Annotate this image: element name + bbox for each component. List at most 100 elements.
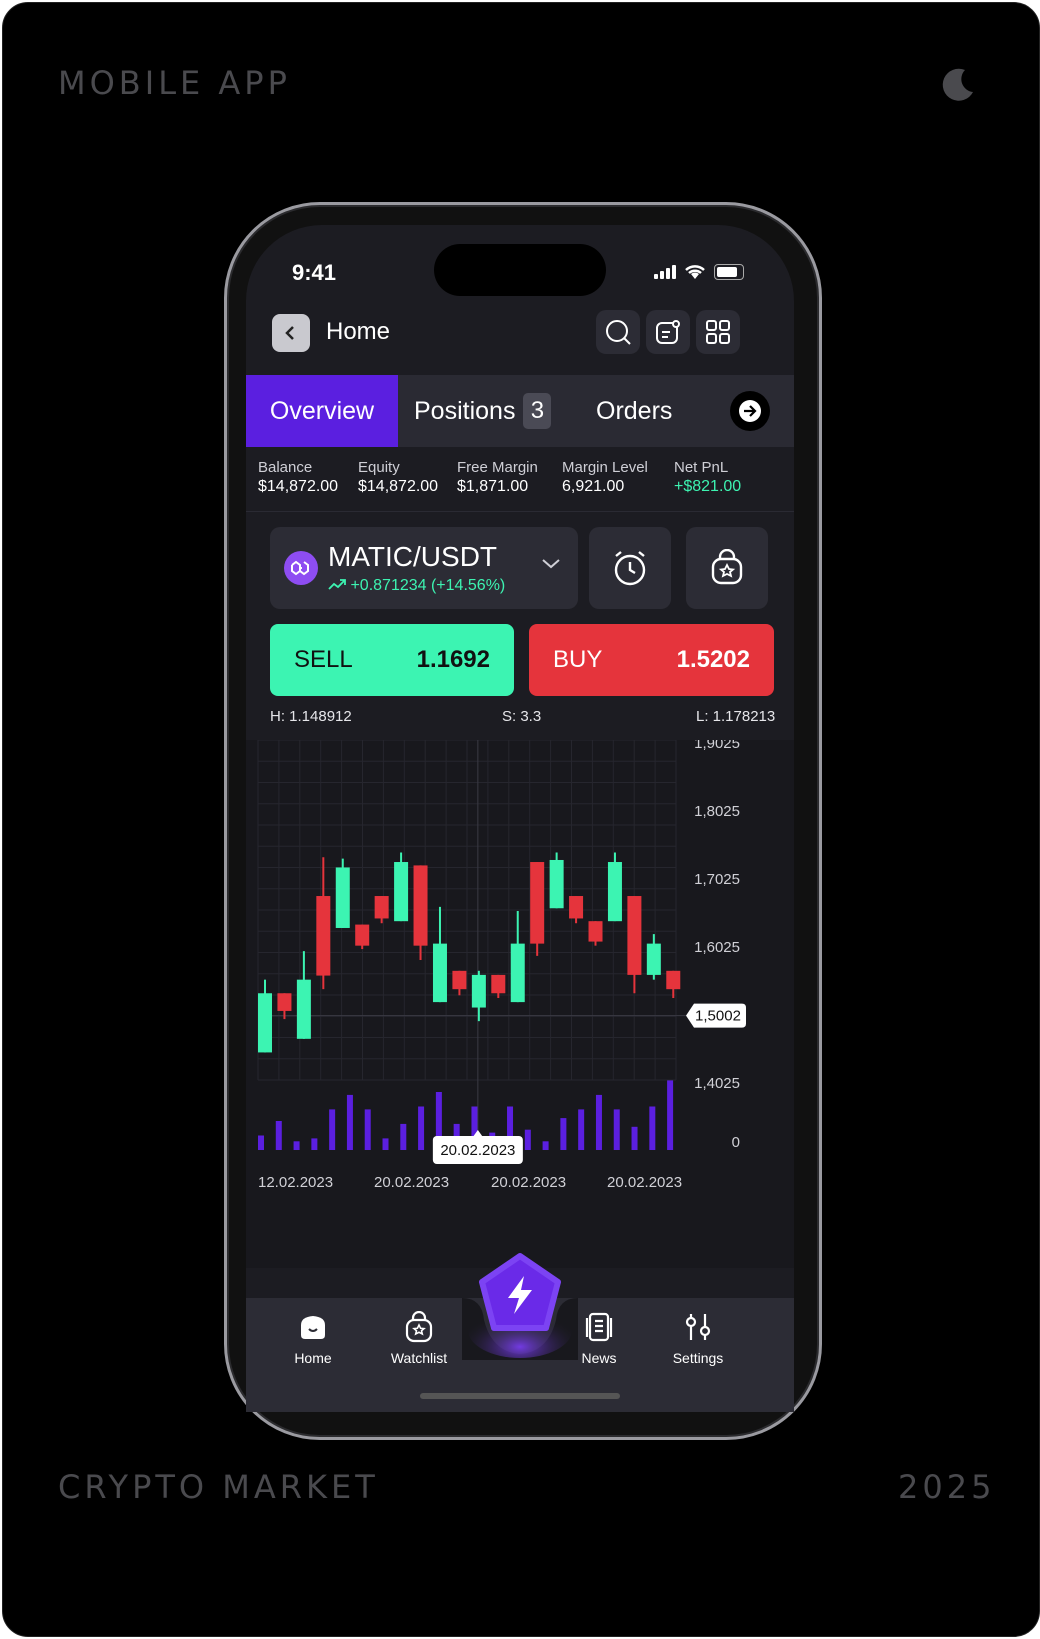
pair-name: MATIC/USDT [328, 541, 498, 572]
volume-bar [578, 1109, 585, 1150]
tab-overview[interactable]: Overview [246, 375, 398, 447]
candle-body [646, 943, 661, 975]
candle-body [530, 862, 545, 944]
volume-bar [524, 1129, 531, 1150]
wifi-icon [685, 265, 705, 279]
candle-body [510, 943, 525, 1003]
buy-button[interactable]: BUY 1.5202 [529, 624, 774, 696]
y-tick-label: 1,8025 [694, 803, 740, 820]
tab-orders[interactable]: Orders [596, 375, 672, 447]
candle-body [666, 970, 681, 990]
mobile-app-label: MOBILE APP [58, 64, 291, 102]
volume-bar [542, 1141, 549, 1150]
candlestick-chart[interactable]: 1,9025 1,8025 1,7025 1,6025 1,4025 0 1,5002 20.… [246, 740, 794, 1268]
x-tick-label: 20.02.2023 [491, 1174, 566, 1191]
tab-orders-label: Orders [596, 396, 673, 425]
notes-icon [656, 320, 680, 344]
candle-body [413, 865, 428, 946]
volume-bar [418, 1106, 425, 1150]
battery-icon [714, 264, 744, 280]
stat-margin-level: Margin Level 6,921.00 [562, 459, 648, 496]
candle-body [335, 867, 350, 928]
tabs-next-button[interactable] [730, 391, 770, 431]
candle-body [607, 862, 622, 922]
candle-body [471, 974, 486, 1008]
tab-overview-label: Overview [269, 396, 375, 425]
candle-body [258, 993, 272, 1053]
candle-body [296, 979, 311, 1039]
nav-watchlist[interactable]: Watchlist [374, 1310, 464, 1366]
candle-body [355, 924, 370, 946]
nav-watchlist-label: Watchlist [390, 1350, 448, 1366]
nav-home-label: Home [294, 1350, 332, 1366]
stat-label: Balance [258, 459, 313, 476]
candle-body [627, 896, 642, 975]
status-time: 9:41 [292, 260, 337, 285]
x-tick-label: 20.02.2023 [607, 1174, 682, 1191]
watchlist-icon [405, 1311, 433, 1343]
alarm-button[interactable] [589, 527, 671, 609]
candle-body [549, 859, 564, 909]
volume-bar [346, 1094, 353, 1150]
page-title: Home [326, 318, 391, 345]
notes-button[interactable] [646, 310, 690, 354]
candle-body [491, 974, 506, 994]
volume-bar [275, 1121, 282, 1150]
stat-value: $14,872.00 [258, 478, 339, 495]
candle-body [588, 921, 603, 942]
back-button[interactable] [272, 314, 310, 352]
volume-bar [293, 1141, 300, 1150]
tab-positions[interactable]: Positions 3 [414, 375, 552, 447]
nav-news-label: News [581, 1350, 617, 1366]
search-icon [606, 320, 631, 345]
bag-star-icon [711, 549, 743, 585]
volume-bar [311, 1138, 318, 1150]
nav-home[interactable]: Home [268, 1310, 358, 1366]
stat-net-pnl: Net PnL +$821.00 [674, 459, 741, 496]
candle-body [452, 970, 467, 990]
y-tick-label: 0 [732, 1134, 740, 1151]
news-icon [585, 1312, 613, 1342]
grid-menu-button[interactable] [696, 310, 740, 354]
candle-body [394, 862, 409, 922]
nav-news[interactable]: News [554, 1310, 644, 1366]
candle-body [316, 896, 331, 976]
y-tick-label: 1,6025 [694, 939, 740, 956]
moon-icon[interactable] [935, 62, 979, 106]
stat-value: +$821.00 [674, 478, 742, 495]
arrow-right-icon [739, 400, 761, 422]
home-indicator [420, 1393, 620, 1399]
positions-count-badge: 3 [523, 393, 552, 429]
stat-label: Equity [358, 459, 400, 476]
stat-label: Free Margin [457, 459, 538, 476]
volume-bar [329, 1109, 336, 1150]
nav-settings-label: Settings [672, 1350, 724, 1366]
current-price-label: 1,5002 [695, 1008, 741, 1025]
volume-bar [382, 1138, 389, 1150]
pair-change-value: +0.871234 (+14.56%) [350, 577, 506, 594]
trend-up-icon [328, 579, 346, 590]
sell-button[interactable]: SELL 1.1692 [270, 624, 514, 696]
x-tick-label: 20.02.2023 [374, 1174, 449, 1191]
home-icon [301, 1316, 325, 1339]
watchlist-add-button[interactable] [686, 527, 768, 609]
y-tick-label: 1,4025 [694, 1075, 740, 1092]
stat-equity: Equity $14,872.00 [358, 459, 438, 496]
crosshair-date-label: 20.02.2023 [440, 1142, 515, 1159]
volume-bar [400, 1123, 407, 1150]
nav-settings[interactable]: Settings [653, 1310, 743, 1366]
stat-value: $1,871.00 [457, 478, 529, 495]
volume-bar [649, 1106, 656, 1150]
pair-selector[interactable]: MATIC/USDT +0.871234 (+14.56%) [270, 527, 578, 609]
search-button[interactable] [596, 310, 640, 354]
crypto-market-label: CRYPTO MARKET [58, 1468, 379, 1506]
candle-body [277, 993, 292, 1011]
stat-value: $14,872.00 [358, 478, 439, 495]
signal-icon [654, 265, 676, 279]
status-bar: 9:41 [246, 250, 794, 290]
stat-value: 6,921.00 [562, 478, 625, 495]
buy-label: BUY [553, 646, 603, 673]
year-label: 2025 [898, 1468, 996, 1506]
volume-bar [667, 1080, 674, 1150]
spread-value: S: 3.3 [502, 708, 542, 725]
